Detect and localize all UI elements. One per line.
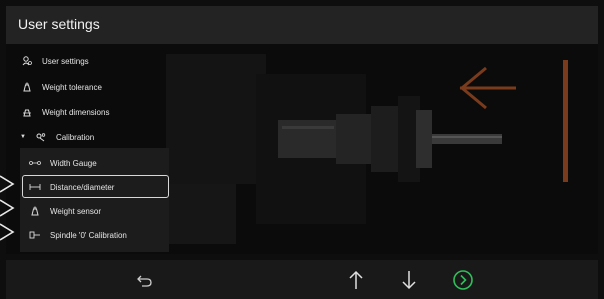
submenu-item-spindle-calibration[interactable]: Spindle '0' Calibration (28, 224, 178, 246)
submenu-item-label: Distance/diameter (50, 182, 115, 192)
menu-item-weight-tolerance[interactable]: Weight tolerance (20, 76, 170, 98)
weight-tolerance-icon (20, 80, 34, 94)
side-menu: User settings Weight tolerance Weight di… (12, 44, 170, 254)
background-machine-part (166, 54, 266, 184)
submenu-item-label: Width Gauge (50, 158, 97, 168)
menu-item-calibration[interactable]: ▼ Calibration (20, 126, 170, 148)
arrow-up-icon (349, 270, 363, 289)
page-title: User settings (18, 16, 100, 32)
submenu-item-weight-sensor[interactable]: Weight sensor (28, 200, 178, 222)
menu-item-weight-dimensions[interactable]: Weight dimensions (20, 101, 170, 123)
submenu-item-distance-diameter[interactable]: Distance/diameter (28, 176, 178, 198)
direction-arrow-icon (459, 60, 568, 182)
screen: User settings User settings Weight toler… (0, 0, 604, 299)
width-gauge-icon (28, 156, 42, 170)
menu-item-label: Weight dimensions (42, 107, 110, 117)
header-bar: User settings (6, 6, 598, 44)
submenu-item-label: Weight sensor (50, 206, 101, 216)
menu-item-user-settings[interactable]: User settings (20, 50, 170, 72)
back-button[interactable] (134, 269, 156, 291)
back-arrow-icon (137, 275, 152, 287)
user-settings-icon (20, 54, 34, 68)
up-button[interactable] (345, 269, 367, 291)
submenu-item-label: Spindle '0' Calibration (50, 230, 127, 240)
expand-chevron-icon[interactable]: ▼ (20, 134, 26, 140)
confirm-button[interactable] (452, 269, 474, 291)
calibration-icon (34, 130, 48, 144)
weight-sensor-icon (28, 204, 42, 218)
menu-item-label: Calibration (55, 132, 95, 142)
main-content: User settings Weight tolerance Weight di… (6, 44, 598, 254)
distance-diameter-icon (28, 180, 42, 194)
down-button[interactable] (398, 269, 420, 291)
bottom-toolbar (6, 260, 598, 299)
confirm-chevron-icon (453, 270, 473, 290)
arrow-down-icon (402, 271, 416, 290)
menu-item-label: User settings (42, 56, 89, 66)
callout-markers (0, 175, 15, 241)
weight-dimensions-icon (20, 105, 34, 119)
spindle-calibration-icon (28, 228, 42, 242)
menu-item-label: Weight tolerance (42, 82, 102, 92)
submenu-item-width-gauge[interactable]: Width Gauge (28, 152, 178, 174)
